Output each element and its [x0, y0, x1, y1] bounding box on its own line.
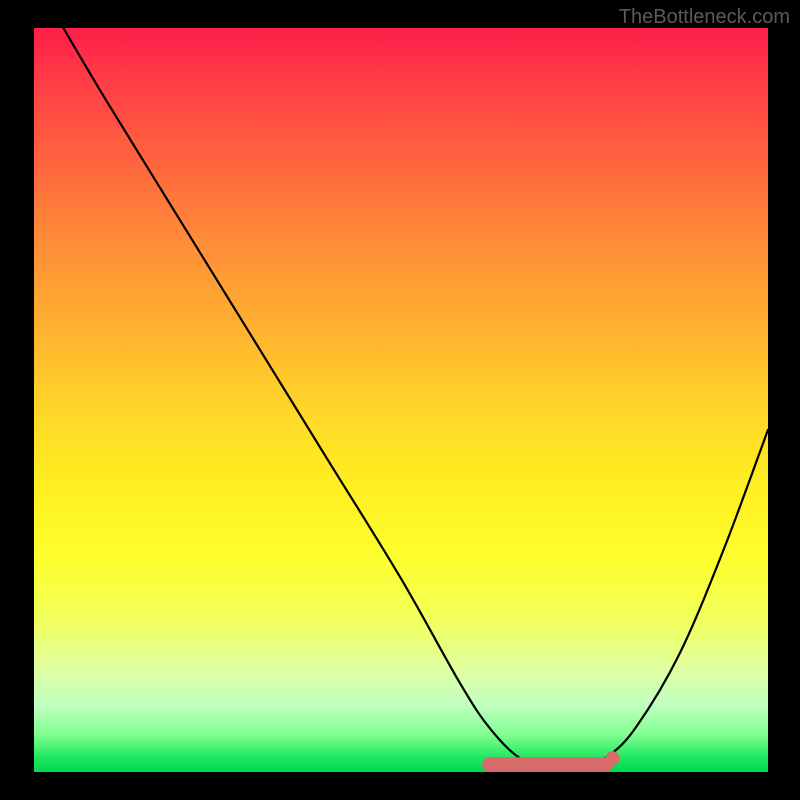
- plot-area: [34, 28, 768, 772]
- watermark-text: TheBottleneck.com: [619, 6, 790, 29]
- highlight-end-dot: [606, 751, 620, 765]
- chart-svg: [34, 28, 768, 772]
- bottleneck-curve: [63, 28, 768, 770]
